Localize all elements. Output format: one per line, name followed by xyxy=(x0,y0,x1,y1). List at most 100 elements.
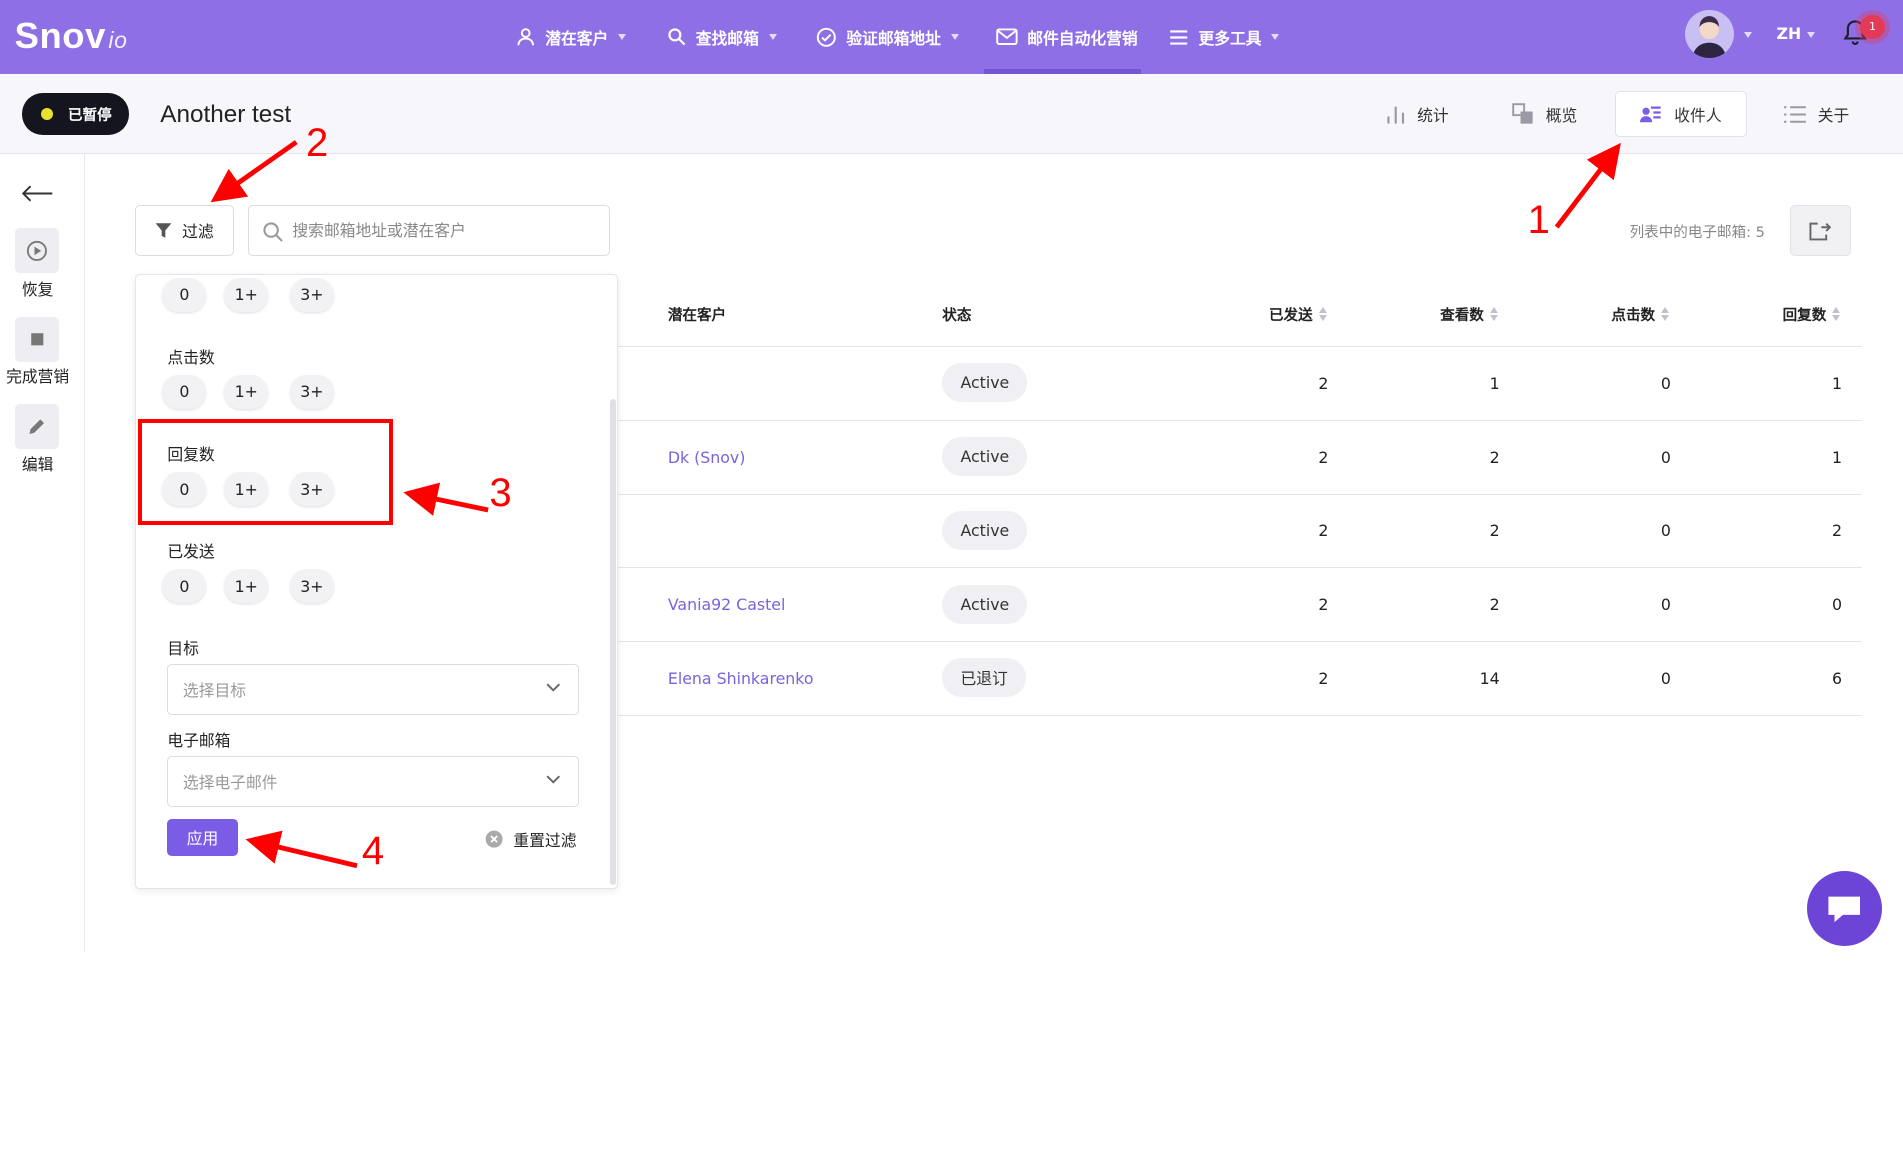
sent-count: 2 xyxy=(1318,374,1329,393)
resume-button[interactable] xyxy=(14,228,60,274)
filter-option-3plus[interactable]: 3+ xyxy=(289,277,334,312)
filter-option-0[interactable]: 0 xyxy=(162,374,207,409)
export-button[interactable] xyxy=(1789,205,1851,257)
search-input[interactable] xyxy=(292,218,596,243)
clear-circle-icon xyxy=(486,830,504,848)
tab-statistics[interactable]: 统计 xyxy=(1386,91,1449,137)
filter-button[interactable]: 过滤 xyxy=(134,205,235,257)
filter-icon xyxy=(156,223,172,238)
filter-option-1plus[interactable]: 1+ xyxy=(224,277,269,312)
filter-option-1plus[interactable]: 1+ xyxy=(224,569,269,604)
campaign-status-badge[interactable]: 已暂停 xyxy=(21,93,129,135)
filter-label: 过滤 xyxy=(182,222,214,242)
views-count: 2 xyxy=(1489,448,1500,468)
annotation-number: 4 xyxy=(361,829,385,874)
status-label: 已暂停 xyxy=(67,106,112,124)
nav-label: 邮件自动化营销 xyxy=(1027,28,1138,48)
header-label: 点击数 xyxy=(1611,306,1656,324)
status-badge: 已退订 xyxy=(942,658,1026,697)
reset-label: 重置过滤 xyxy=(513,830,577,850)
clicks-count: 0 xyxy=(1660,374,1671,393)
views-count: 2 xyxy=(1489,520,1500,540)
nav-label: 验证邮箱地址 xyxy=(846,28,941,48)
edit-button[interactable] xyxy=(14,404,60,450)
column-header-sent[interactable]: 已发送 xyxy=(1269,304,1328,325)
filter-panel: 0 1+ 3+ 点击数 0 1+ 3+ 回复数 0 1+ 3+ 已发送 0 1+… xyxy=(134,274,619,889)
clicks-count: 0 xyxy=(1660,520,1671,540)
nav-find-emails[interactable]: 查找邮箱 xyxy=(667,0,777,74)
mail-icon xyxy=(995,28,1018,46)
stop-icon xyxy=(30,333,44,346)
clicks-count: 0 xyxy=(1660,669,1671,689)
sort-icon xyxy=(1489,306,1500,322)
email-placeholder: 选择电子邮件 xyxy=(182,773,278,793)
left-sidebar: 恢复 完成营销 编辑 xyxy=(0,154,85,952)
views-count: 2 xyxy=(1489,595,1500,614)
sent-count: 2 xyxy=(1318,595,1329,614)
avatar[interactable] xyxy=(1685,9,1734,59)
menu-icon xyxy=(1170,29,1188,45)
language-selector[interactable]: ZH xyxy=(1777,24,1802,43)
campaign-header: 已暂停 Another test 统计 概览 收件人 关于 xyxy=(0,74,1903,155)
chevron-down-icon xyxy=(546,683,561,692)
goal-placeholder: 选择目标 xyxy=(182,680,246,700)
goal-select[interactable]: 选择目标 xyxy=(167,663,579,715)
prospect-name-link[interactable]: Dk (Snov) xyxy=(668,448,746,467)
chat-widget-button[interactable] xyxy=(1806,870,1883,946)
sent-count: 2 xyxy=(1318,669,1329,689)
annotation-number: 2 xyxy=(306,121,329,166)
back-arrow-icon[interactable] xyxy=(21,185,54,202)
column-header-views[interactable]: 查看数 xyxy=(1440,304,1499,325)
tab-about[interactable]: 关于 xyxy=(1783,91,1850,137)
snovio-logo[interactable]: Snov io xyxy=(15,15,128,57)
chevron-down-icon[interactable] xyxy=(1806,31,1815,38)
annotation-highlight-box xyxy=(138,418,394,525)
column-header-clicks[interactable]: 点击数 xyxy=(1611,304,1670,325)
prospect-name-link[interactable]: Vania92 Castel xyxy=(668,595,785,614)
email-count-text: 列表中的电子邮箱: 5 xyxy=(1629,224,1765,241)
tab-overview[interactable]: 概览 xyxy=(1512,91,1577,137)
nav-prospects[interactable]: 潜在客户 xyxy=(516,0,626,74)
nav-more-tools[interactable]: 更多工具 xyxy=(1169,0,1280,74)
replies-count: 6 xyxy=(1832,669,1843,689)
finish-campaign-button[interactable] xyxy=(14,316,60,362)
scrollbar[interactable] xyxy=(609,399,616,885)
chevron-down-icon xyxy=(1271,34,1280,40)
export-icon xyxy=(1809,222,1832,241)
chevron-down-icon[interactable] xyxy=(1743,31,1752,38)
column-header-prospect: 潜在客户 xyxy=(667,306,727,324)
tab-recipients[interactable]: 收件人 xyxy=(1615,91,1747,138)
email-label: 电子邮箱 xyxy=(167,731,231,751)
clicks-count: 0 xyxy=(1660,595,1671,614)
filter-option-0[interactable]: 0 xyxy=(162,277,207,312)
clicks-count: 0 xyxy=(1660,448,1671,468)
sort-icon xyxy=(1318,306,1329,322)
sort-icon xyxy=(1661,306,1671,322)
filter-option-3plus[interactable]: 3+ xyxy=(289,374,334,409)
nav-verify-emails[interactable]: 验证邮箱地址 xyxy=(816,0,959,74)
filter-option-0[interactable]: 0 xyxy=(162,569,207,604)
divider xyxy=(616,346,1862,348)
status-badge: Active xyxy=(942,363,1028,402)
filter-option-1plus[interactable]: 1+ xyxy=(224,374,269,409)
sent-count: 2 xyxy=(1318,520,1329,540)
annotation-number: 3 xyxy=(489,471,512,516)
check-circle-icon xyxy=(816,27,836,47)
divider xyxy=(616,715,1862,717)
chat-icon xyxy=(1828,896,1861,922)
header-label: 查看数 xyxy=(1440,306,1484,324)
column-header-replies[interactable]: 回复数 xyxy=(1783,304,1842,325)
tab-label: 关于 xyxy=(1817,105,1850,125)
divider xyxy=(616,420,1862,422)
annotation-arrow-1 xyxy=(1554,142,1621,229)
search-icon xyxy=(263,222,283,242)
search-icon xyxy=(667,28,686,46)
views-count: 14 xyxy=(1479,669,1500,689)
prospect-name-link[interactable]: Elena Shinkarenko xyxy=(668,669,814,688)
apply-button[interactable]: 应用 xyxy=(167,819,238,856)
email-select[interactable]: 选择电子邮件 xyxy=(167,756,579,808)
search-field[interactable] xyxy=(247,205,610,257)
reset-filter-button[interactable]: 重置过滤 xyxy=(485,828,576,851)
nav-email-drip-campaigns[interactable]: 邮件自动化营销 xyxy=(995,0,1138,74)
filter-option-3plus[interactable]: 3+ xyxy=(289,569,334,604)
